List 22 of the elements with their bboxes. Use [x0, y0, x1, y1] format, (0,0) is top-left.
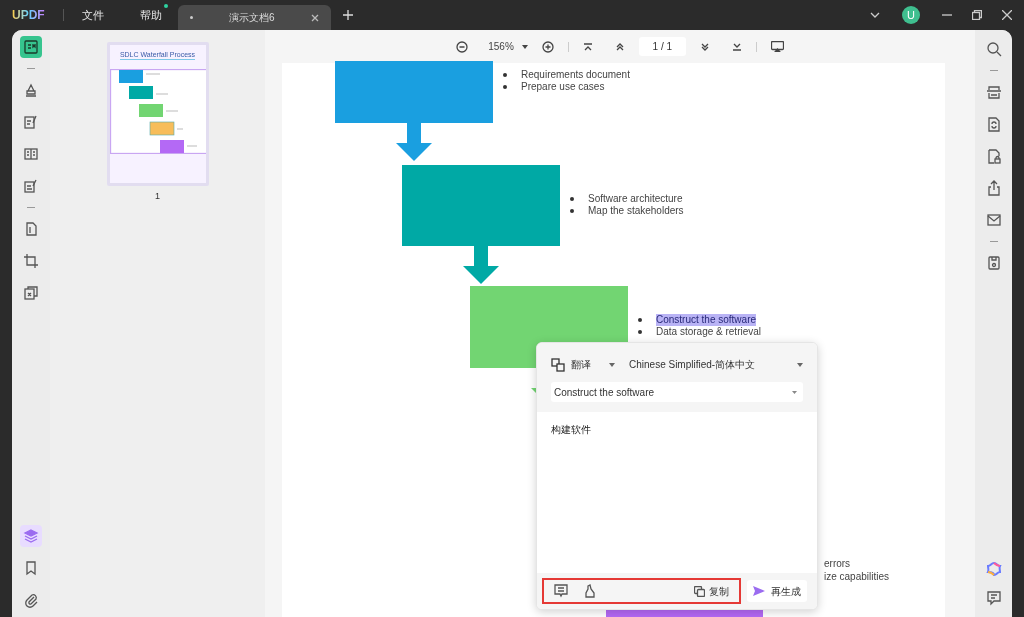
source-text: Construct the software [554, 385, 655, 400]
bullet-text: errors [824, 557, 852, 570]
zoom-level[interactable]: 156% [488, 39, 514, 54]
translate-mode-dropdown[interactable]: 翻译 [551, 357, 615, 372]
bullet-text: Map the stakeholders [588, 205, 684, 217]
bullet-text: ize capabilities [824, 570, 890, 583]
tab-title: 演示文档6 [227, 11, 276, 25]
bullet-text: Software architecture [588, 193, 683, 205]
document-tab[interactable]: 演示文档6 [177, 5, 331, 30]
language-dropdown[interactable]: Chinese Simplified-简体中文 [629, 357, 803, 372]
page-number-field[interactable]: 1 / 1 [638, 37, 686, 56]
menu-item[interactable]: 文件 [81, 6, 104, 24]
copy-button[interactable]: 复制 [694, 583, 729, 599]
bullet-text: Prepare use cases [521, 81, 605, 93]
source-text-field[interactable]: Construct the software [551, 382, 803, 402]
menu-item[interactable]: 帮助 [139, 6, 162, 24]
bullet-text: Data storage & retrieval [656, 326, 762, 338]
translation-result: 构建软件 [551, 423, 592, 437]
bullet-text: Construct the software [656, 314, 757, 326]
page-number: 1 [155, 190, 160, 203]
regenerate-button[interactable]: 再生成 [747, 580, 807, 602]
bullet-text: Requirements document [521, 69, 630, 81]
